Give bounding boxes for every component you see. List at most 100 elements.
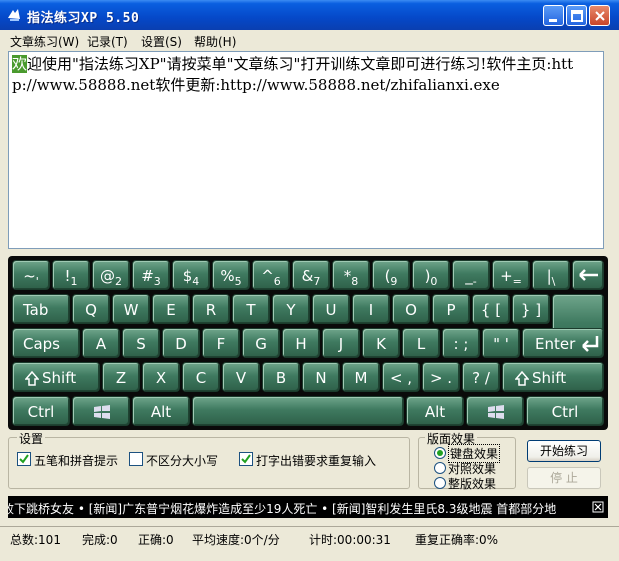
key-shift-right: Shift xyxy=(502,362,604,392)
checkbox-box[interactable] xyxy=(17,452,31,466)
status-total: 总数:101 xyxy=(10,533,61,547)
key-l: L xyxy=(402,328,440,358)
key-r: R xyxy=(192,294,230,324)
key-3: #3 xyxy=(132,260,170,290)
news-ticker-text[interactable]: 败下跳桥女友 • [新闻]广东普宁烟花爆炸造成至少19人死亡 • [新闻]智利发… xyxy=(8,500,556,517)
key-equals: += xyxy=(492,260,530,290)
key-z: Z xyxy=(102,362,140,392)
key-q: Q xyxy=(72,294,110,324)
radio-dot[interactable] xyxy=(434,477,446,489)
windows-logo-icon xyxy=(94,405,110,419)
status-timer: 计时:00:00:31 xyxy=(309,533,391,547)
key-comma: < , xyxy=(382,362,420,392)
key-0: )0 xyxy=(412,260,450,290)
menu-article-practice[interactable]: 文章练习(W) xyxy=(10,33,79,50)
key-b: B xyxy=(262,362,300,392)
key-8: *8 xyxy=(332,260,370,290)
key-w: W xyxy=(112,294,150,324)
key-semicolon: : ; xyxy=(442,328,480,358)
checkmark-icon xyxy=(19,454,29,464)
status-correct: 正确:0 xyxy=(138,533,174,547)
key-backspace xyxy=(572,260,604,290)
close-button[interactable] xyxy=(589,5,610,26)
key-5: %5 xyxy=(212,260,250,290)
shift-arrow-icon xyxy=(515,371,529,386)
title-bar: 指法练习XP 5.50 xyxy=(0,0,619,30)
checkbox-box[interactable] xyxy=(239,452,253,466)
key-2: @2 xyxy=(92,260,130,290)
shift-arrow-icon xyxy=(25,371,39,386)
minimize-button[interactable] xyxy=(543,5,564,26)
key-f: F xyxy=(202,328,240,358)
key-period: > . xyxy=(422,362,460,392)
key-open-bracket: { [ xyxy=(472,294,510,324)
key-a: A xyxy=(82,328,120,358)
key-n: N xyxy=(302,362,340,392)
key-g: G xyxy=(242,328,280,358)
settings-group: 设置 五笔和拼音提示 不区分大小写 打字出错要求重复输入 xyxy=(8,430,410,489)
key-6: ^6 xyxy=(252,260,290,290)
key-caps: Caps xyxy=(12,328,80,358)
checkmark-icon xyxy=(241,454,251,464)
menu-bar: 文章练习(W) 记录(T) 设置(S) 帮助(H) xyxy=(0,30,619,50)
key-c: C xyxy=(182,362,220,392)
virtual-keyboard: ~' !1 @2 #3 $4 %5 ^6 &7 *8 (9 )0 _- += |… xyxy=(8,256,608,430)
app-icon xyxy=(8,9,20,21)
key-4: $4 xyxy=(172,260,210,290)
status-speed: 平均速度:0个/分 xyxy=(192,533,280,547)
status-done: 完成:0 xyxy=(82,533,118,547)
checkbox-box[interactable] xyxy=(129,452,143,466)
key-u: U xyxy=(312,294,350,324)
key-enter: Enter xyxy=(522,328,604,358)
key-alt-right: Alt xyxy=(406,396,464,426)
key-quote: " ' xyxy=(482,328,520,358)
key-ctrl-left: Ctrl xyxy=(12,396,70,426)
key-t: T xyxy=(232,294,270,324)
current-char: 欢 xyxy=(12,55,28,73)
practice-text: 欢迎使用"指法练习XP"请按菜单"文章练习"打开训练文章即可进行练习!软件主页:… xyxy=(12,54,597,96)
ticker-close-button[interactable] xyxy=(588,496,608,518)
menu-records[interactable]: 记录(T) xyxy=(87,33,128,50)
status-repeat-rate: 重复正确率:0% xyxy=(415,533,499,547)
enter-arrow-icon xyxy=(582,336,599,352)
maximize-button[interactable] xyxy=(566,5,587,26)
menu-help[interactable]: 帮助(H) xyxy=(194,33,236,50)
key-close-bracket: } ] xyxy=(512,294,550,324)
key-i: I xyxy=(352,294,390,324)
key-9: (9 xyxy=(372,260,410,290)
menu-settings[interactable]: 设置(S) xyxy=(141,33,182,50)
stop-button[interactable]: 停 止 xyxy=(527,467,601,489)
key-h: H xyxy=(282,328,320,358)
radio-dot[interactable] xyxy=(434,447,446,459)
backspace-arrow-icon xyxy=(579,269,598,281)
key-d: D xyxy=(162,328,200,358)
key-tilde: ~' xyxy=(12,260,50,290)
key-1: !1 xyxy=(52,260,90,290)
key-tab: Tab xyxy=(12,294,70,324)
start-practice-button[interactable]: 开始练习 xyxy=(527,440,601,462)
key-slash: ? / xyxy=(462,362,500,392)
key-x: X xyxy=(142,362,180,392)
key-space xyxy=(192,396,404,426)
window-title: 指法练习XP 5.50 xyxy=(27,11,140,26)
key-k: K xyxy=(362,328,400,358)
key-m: M xyxy=(342,362,380,392)
key-e: E xyxy=(152,294,190,324)
status-bar: 总数:101 完成:0 正确:0 平均速度:0个/分 计时:00:00:31 重… xyxy=(0,526,619,551)
settings-legend: 设置 xyxy=(17,430,46,447)
key-win-right xyxy=(466,396,524,426)
minimize-icon xyxy=(549,19,557,22)
key-o: O xyxy=(392,294,430,324)
maximize-icon xyxy=(571,10,583,22)
practice-text-area[interactable]: 欢迎使用"指法练习XP"请按菜单"文章练习"打开训练文章即可进行练习!软件主页:… xyxy=(8,51,604,249)
key-y: Y xyxy=(272,294,310,324)
news-ticker[interactable]: 败下跳桥女友 • [新闻]广东普宁烟花爆炸造成至少19人死亡 • [新闻]智利发… xyxy=(8,496,608,518)
key-ctrl-right: Ctrl xyxy=(526,396,604,426)
key-j: J xyxy=(322,328,360,358)
close-icon xyxy=(595,11,605,21)
key-win-left xyxy=(72,396,130,426)
practice-text-body: 迎使用"指法练习XP"请按菜单"文章练习"打开训练文章即可进行练习!软件主页:h… xyxy=(12,55,574,94)
key-minus: _- xyxy=(452,260,490,290)
radio-dot[interactable] xyxy=(434,462,446,474)
key-s: S xyxy=(122,328,160,358)
